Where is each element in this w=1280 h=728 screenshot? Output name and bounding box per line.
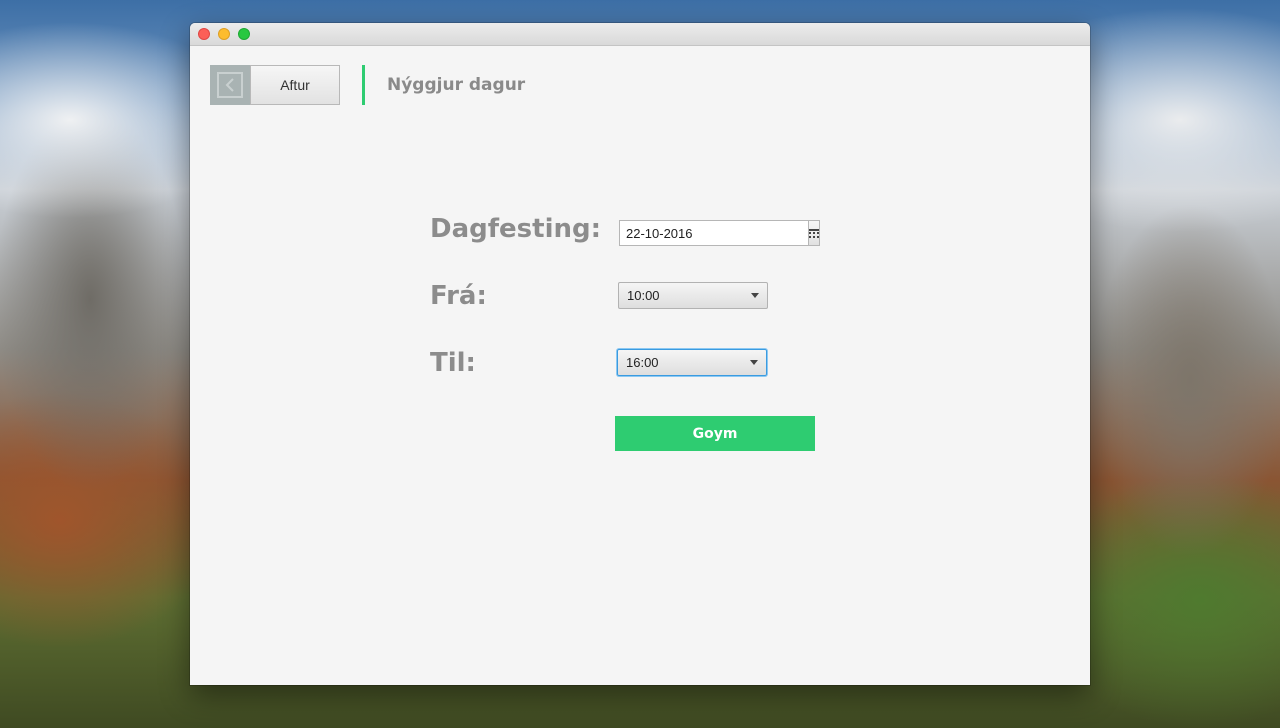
window-close-button[interactable] [198,28,210,40]
back-button[interactable]: Aftur [210,65,340,105]
chevron-down-icon [750,360,758,365]
from-time-value: 10:00 [627,288,660,303]
date-label: Dagfesting: [430,214,602,244]
calendar-button[interactable] [808,220,820,246]
to-time-select[interactable]: 16:00 [617,349,767,376]
date-picker[interactable] [619,220,820,246]
calendar-icon [809,228,819,238]
to-time-value: 16:00 [626,355,659,370]
from-time-select[interactable]: 10:00 [618,282,768,309]
desktop-wallpaper: Aftur Nýggjur dagur Dagfesting: Frá: 1 [0,0,1280,728]
to-label: Til: [430,348,476,378]
window-maximize-button[interactable] [238,28,250,40]
page-title: Nýggjur dagur [387,75,526,95]
window-minimize-button[interactable] [218,28,230,40]
date-input[interactable] [619,220,808,246]
header-accent-divider [362,65,365,105]
from-label: Frá: [430,281,487,311]
save-button[interactable]: Goym [615,416,815,451]
back-icon-box [210,65,250,105]
app-window: Aftur Nýggjur dagur Dagfesting: Frá: 1 [190,23,1090,685]
chevron-left-icon [217,72,243,98]
chevron-down-icon [751,293,759,298]
back-button-label: Aftur [250,65,340,105]
window-titlebar[interactable] [190,23,1090,46]
